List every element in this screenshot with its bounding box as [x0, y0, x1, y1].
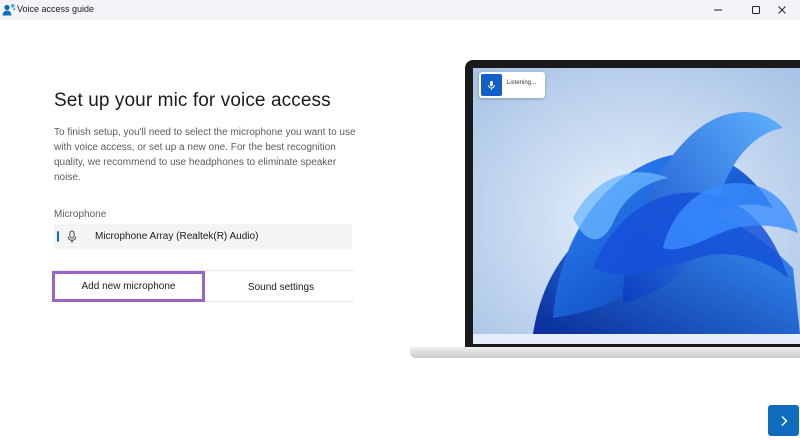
taskbar: [473, 334, 800, 344]
close-icon: [778, 6, 786, 14]
microphone-value: Microphone Array (Realtek(R) Audio): [95, 231, 259, 242]
minimize-button[interactable]: [700, 0, 736, 20]
chevron-right-icon: [781, 415, 787, 426]
wallpaper-bloom: [473, 68, 800, 344]
next-button[interactable]: [768, 405, 799, 436]
listening-bar: Listening...: [479, 72, 545, 98]
close-button[interactable]: [764, 0, 800, 20]
selection-accent: [57, 231, 59, 242]
maximize-icon: [752, 6, 760, 14]
microphone-label: Microphone: [54, 209, 107, 220]
laptop-screen: Listening...: [473, 68, 800, 344]
laptop-base: [410, 347, 800, 358]
add-new-microphone-button[interactable]: Add new microphone: [52, 271, 205, 302]
window-title: Voice access guide: [17, 4, 95, 14]
laptop-lid: Listening...: [465, 60, 800, 347]
sound-settings-button[interactable]: Sound settings: [208, 274, 354, 300]
microphone-icon: [67, 230, 77, 243]
listening-status: Listening...: [507, 80, 537, 86]
setup-description: To finish setup, you'll need to select t…: [54, 127, 356, 183]
minimize-icon: [714, 9, 722, 11]
laptop-illustration: Listening...: [410, 60, 800, 360]
listening-mic-button: [481, 74, 502, 96]
page-title: Set up your mic for voice access: [54, 90, 331, 111]
microphone-icon: [488, 80, 495, 90]
title-bar: Voice access guide: [0, 0, 800, 20]
microphone-select[interactable]: Microphone Array (Realtek(R) Audio): [54, 224, 352, 249]
people-icon: [2, 4, 16, 16]
